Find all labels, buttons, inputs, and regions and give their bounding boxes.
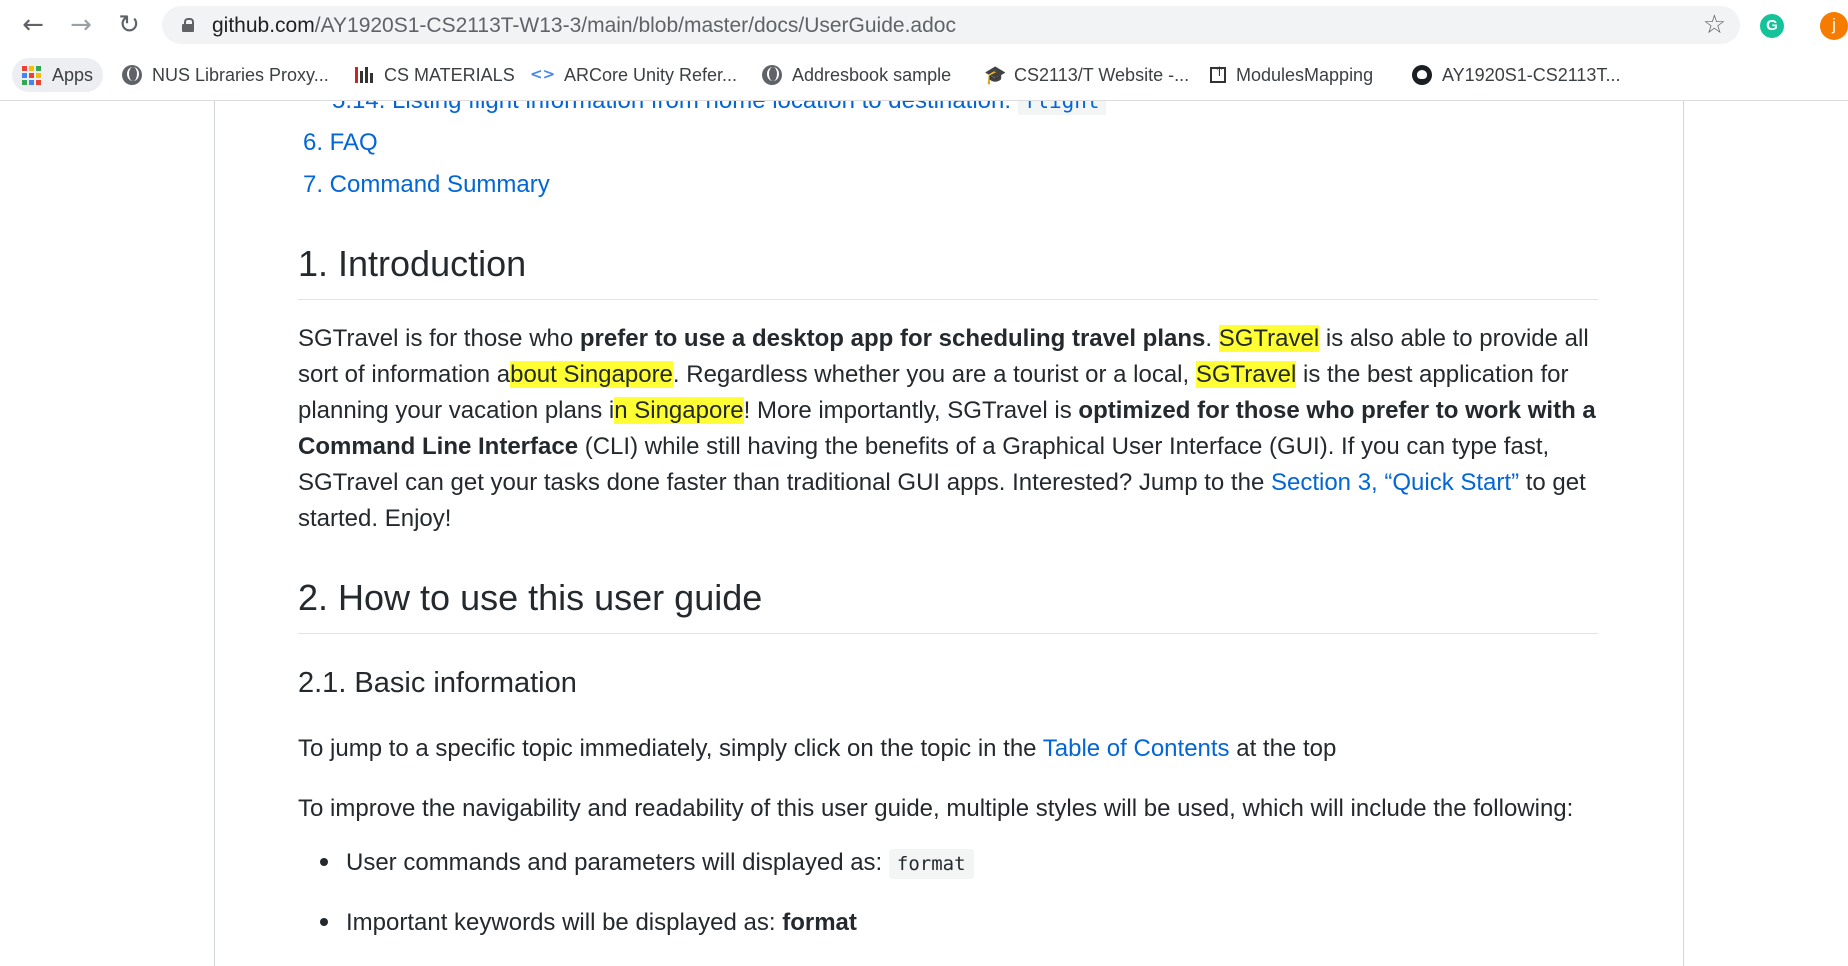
bookmarks-bar: Apps NUS Libraries Proxy... CS MATERIALS…	[0, 50, 1848, 101]
reload-icon[interactable]: ↻	[114, 10, 144, 40]
arcore-icon: <>	[530, 65, 556, 83]
toc-item-5-14[interactable]: 5.14. Listing flight information from ho…	[332, 101, 1106, 115]
bookmark-arcore[interactable]: <> ARCore Unity Refer...	[530, 58, 737, 92]
bullet-icon	[320, 917, 328, 926]
profile-avatar[interactable]: j	[1820, 12, 1848, 40]
styles-paragraph: To improve the navigability and readabil…	[298, 795, 1574, 822]
toc-item-faq[interactable]: 6. FAQ	[303, 129, 378, 157]
url-text[interactable]: github.com/AY1920S1-CS2113T-W13-3/main/b…	[212, 14, 956, 38]
modules-mapping-icon	[1210, 65, 1226, 83]
bookmark-cs-materials[interactable]: CS MATERIALS	[354, 58, 515, 92]
address-bar[interactable]: github.com/AY1920S1-CS2113T-W13-3/main/b…	[162, 6, 1740, 44]
back-arrow-icon[interactable]: ←	[18, 10, 48, 40]
bookmark-label: Addresbook sample	[792, 64, 952, 85]
github-icon	[1412, 65, 1432, 85]
introduction-paragraph: SGTravel is for those who prefer to use …	[298, 325, 1596, 532]
bookmark-label: ARCore Unity Refer...	[564, 64, 738, 85]
cs-materials-icon	[354, 65, 374, 85]
basic-information-heading: 2.1. Basic information	[298, 667, 577, 699]
bookmark-label: NUS Libraries Proxy...	[152, 64, 329, 85]
bookmark-nus-libraries[interactable]: NUS Libraries Proxy...	[122, 58, 329, 92]
bookmark-apps[interactable]: Apps	[12, 58, 104, 92]
page-content: 5.14. Listing flight information from ho…	[0, 101, 1848, 966]
bookmark-label: Apps	[52, 64, 94, 85]
bullet-icon	[320, 857, 328, 866]
bookmark-cs2113-website[interactable]: 🎓 CS2113/T Website -...	[984, 58, 1189, 92]
list-item: User commands and parameters will displa…	[320, 849, 974, 879]
globe-icon	[762, 65, 782, 85]
lock-icon[interactable]	[182, 18, 194, 32]
forward-arrow-icon[interactable]: →	[66, 10, 96, 40]
globe-icon	[122, 65, 142, 85]
bookmark-modules-mapping[interactable]: ModulesMapping	[1210, 58, 1373, 92]
grammarly-extension-icon[interactable]: G	[1760, 14, 1784, 38]
how-to-use-heading: 2. How to use this user guide	[298, 577, 1598, 634]
bookmark-label: ModulesMapping	[1236, 64, 1374, 85]
bookmark-label: CS2113/T Website -...	[1014, 64, 1190, 85]
jump-topic-paragraph: To jump to a specific topic immediately,…	[298, 735, 1337, 762]
apps-grid-icon	[22, 65, 42, 86]
bookmark-star-icon[interactable]: ☆	[1703, 10, 1726, 40]
toc-item-command-summary[interactable]: 7. Command Summary	[303, 171, 550, 199]
quick-start-link[interactable]: Section 3, “Quick Start”	[1271, 469, 1519, 496]
list-item: Important keywords will be displayed as:…	[320, 909, 857, 937]
introduction-heading: 1. Introduction	[298, 243, 1598, 300]
bookmark-label: AY1920S1-CS2113T...	[1442, 64, 1621, 85]
browser-toolbar: ← → ↻ github.com/AY1920S1-CS2113T-W13-3/…	[0, 0, 1848, 50]
table-of-contents-link[interactable]: Table of Contents	[1043, 735, 1230, 762]
bookmark-addresbook[interactable]: Addresbook sample	[762, 58, 951, 92]
graduation-cap-icon: 🎓	[984, 65, 1007, 86]
bookmark-label: CS MATERIALS	[384, 64, 515, 85]
bookmark-github-repo[interactable]: AY1920S1-CS2113T...	[1412, 58, 1620, 92]
